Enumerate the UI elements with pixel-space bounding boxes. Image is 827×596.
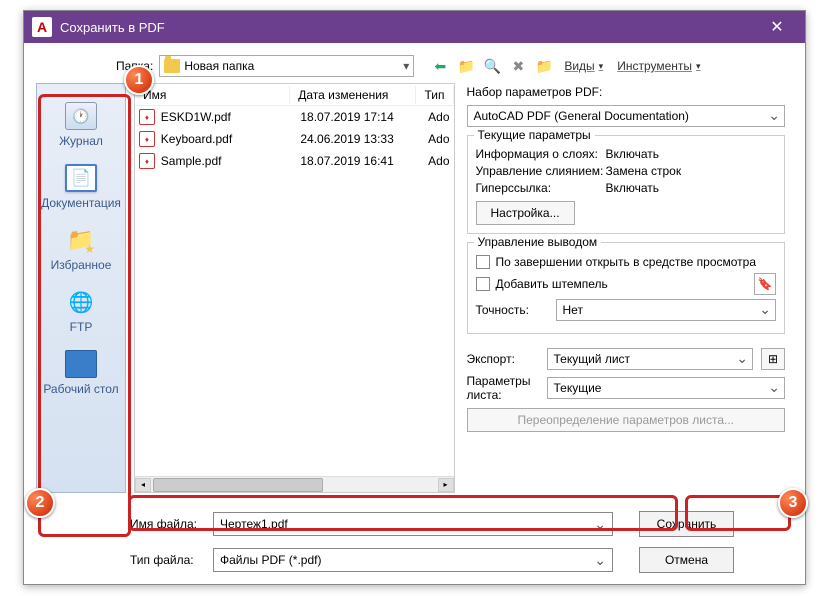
file-name: Keyboard.pdf (161, 132, 301, 146)
callout-3: 3 (778, 488, 808, 518)
current-params-group: Текущие параметры Информация о слоях:Вкл… (467, 135, 786, 234)
open-viewer-checkbox[interactable] (476, 255, 490, 269)
sidebar-item-docs[interactable]: Документация (41, 158, 121, 216)
window-title: Сохранить в PDF (60, 20, 757, 35)
save-button[interactable]: Сохранить (639, 511, 734, 537)
folder-icon (164, 59, 180, 73)
filename-input[interactable]: Чертеж1.pdf (213, 512, 613, 536)
folder-combo[interactable]: Новая папка (159, 55, 414, 77)
up-folder-icon[interactable]: 📁 (456, 56, 476, 76)
col-date[interactable]: Дата изменения (290, 86, 416, 104)
scroll-left-icon[interactable]: ◂ (135, 478, 151, 492)
pdf-options-panel: Набор параметров PDF: AutoCAD PDF (Gener… (463, 83, 794, 493)
file-list-panel: Имя Дата изменения Тип ♦ ESKD1W.pdf 18.0… (134, 83, 455, 493)
tools-menu[interactable]: Инструменты (613, 59, 704, 73)
preset-label: Набор параметров PDF: (467, 85, 786, 99)
sidebar-item-ftp[interactable]: FTP (41, 282, 121, 340)
callout-2: 2 (25, 488, 55, 518)
param-value: Включать (606, 147, 660, 161)
export-label: Экспорт: (467, 352, 539, 366)
pdf-icon: ♦ (139, 109, 155, 125)
file-row[interactable]: ♦ ESKD1W.pdf 18.07.2019 17:14 Ado (135, 106, 454, 128)
param-label: Информация о слоях: (476, 147, 606, 161)
sidebar-item-label: FTP (70, 320, 93, 334)
file-row[interactable]: ♦ Sample.pdf 18.07.2019 16:41 Ado (135, 150, 454, 172)
titlebar: A Сохранить в PDF ✕ (24, 11, 805, 43)
search-icon[interactable]: 🔍 (482, 56, 502, 76)
close-button[interactable]: ✕ (757, 11, 797, 43)
back-icon[interactable]: ⬅ (430, 56, 450, 76)
desktop-icon (65, 350, 97, 378)
history-icon (65, 102, 97, 130)
file-type: Ado (428, 154, 449, 168)
precision-label: Точность: (476, 303, 548, 317)
stamp-checkbox[interactable] (476, 277, 490, 291)
file-row[interactable]: ♦ Keyboard.pdf 24.06.2019 13:33 Ado (135, 128, 454, 150)
scroll-right-icon[interactable]: ▸ (438, 478, 454, 492)
param-label: Управление слиянием: (476, 164, 606, 178)
output-group: Управление выводом По завершении открыть… (467, 242, 786, 334)
file-date: 18.07.2019 17:14 (300, 110, 428, 124)
folder-value: Новая папка (184, 59, 254, 73)
favorites-icon (65, 226, 97, 254)
param-label: Гиперссылка: (476, 181, 606, 195)
file-date: 24.06.2019 13:33 (300, 132, 428, 146)
settings-button[interactable]: Настройка... (476, 201, 575, 225)
sidebar-item-label: Рабочий стол (43, 382, 118, 396)
export-options-icon[interactable]: ⊞ (761, 348, 785, 370)
precision-select[interactable]: Нет (556, 299, 777, 321)
views-menu[interactable]: Виды (560, 59, 607, 73)
file-name: Sample.pdf (161, 154, 301, 168)
sidebar-item-desktop[interactable]: Рабочий стол (41, 344, 121, 402)
docs-icon (65, 164, 97, 192)
filetype-label: Тип файла: (130, 553, 205, 567)
app-icon: A (32, 17, 52, 37)
file-list-header: Имя Дата изменения Тип (135, 84, 454, 106)
hscrollbar[interactable]: ◂ ▸ (135, 476, 454, 492)
sheet-params-label: Параметры листа: (467, 374, 539, 402)
param-value: Включать (606, 181, 660, 195)
scroll-thumb[interactable] (153, 478, 323, 492)
filename-label: Имя файла: (130, 517, 205, 531)
sidebar-item-label: Избранное (51, 258, 112, 272)
file-name: ESKD1W.pdf (161, 110, 301, 124)
export-select[interactable]: Текущий лист (547, 348, 754, 370)
file-list[interactable]: ♦ ESKD1W.pdf 18.07.2019 17:14 Ado ♦ Keyb… (135, 106, 454, 476)
col-type[interactable]: Тип (416, 86, 453, 104)
stamp-settings-icon[interactable]: 🔖 (754, 273, 776, 295)
group-title: Управление выводом (474, 235, 602, 249)
col-name[interactable]: Имя (135, 86, 290, 104)
places-sidebar: Журнал Документация Избранное FTP Рабочи… (36, 83, 126, 493)
sidebar-item-favorites[interactable]: Избранное (41, 220, 121, 278)
pdf-icon: ♦ (139, 153, 155, 169)
file-date: 18.07.2019 16:41 (300, 154, 428, 168)
param-value: Замена строк (606, 164, 682, 178)
delete-icon[interactable]: ✖ (508, 56, 528, 76)
override-button[interactable]: Переопределение параметров листа... (467, 408, 786, 432)
pdf-icon: ♦ (139, 131, 155, 147)
new-folder-icon[interactable]: 📁 (534, 56, 554, 76)
callout-1: 1 (124, 65, 154, 95)
cancel-button[interactable]: Отмена (639, 547, 734, 573)
save-pdf-dialog: A Сохранить в PDF ✕ Папка: Новая папка ⬅… (23, 10, 806, 585)
sidebar-item-label: Документация (41, 196, 121, 210)
checkbox-label: Добавить штемпель (496, 277, 608, 291)
file-type: Ado (428, 132, 449, 146)
sidebar-item-label: Журнал (59, 134, 103, 148)
checkbox-label: По завершении открыть в средстве просмот… (496, 255, 757, 269)
group-title: Текущие параметры (474, 128, 595, 142)
filetype-select[interactable]: Файлы PDF (*.pdf) (213, 548, 613, 572)
file-type: Ado (428, 110, 449, 124)
sidebar-item-history[interactable]: Журнал (41, 96, 121, 154)
preset-value: AutoCAD PDF (General Documentation) (474, 109, 689, 123)
preset-select[interactable]: AutoCAD PDF (General Documentation) (467, 105, 786, 127)
sheet-params-select[interactable]: Текущие (547, 377, 786, 399)
ftp-icon (65, 288, 97, 316)
